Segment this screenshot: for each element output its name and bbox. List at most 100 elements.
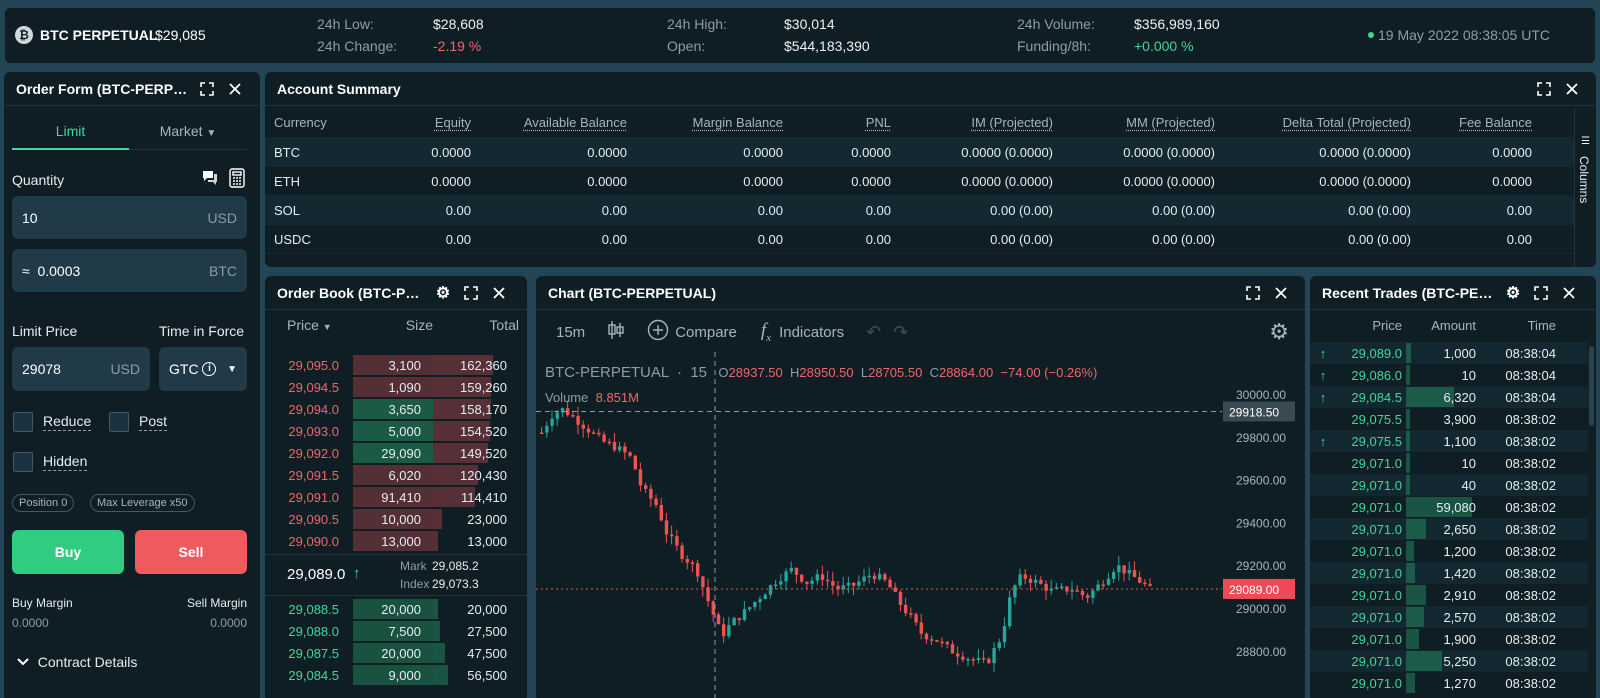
maximize-icon[interactable] xyxy=(195,79,219,99)
tab-limit[interactable]: Limit xyxy=(12,114,129,150)
bid-row[interactable]: 29,084.5 9,000 56,500 xyxy=(265,664,527,686)
trade-row[interactable]: ↑ 29,089.0 1,000 08:38:04 xyxy=(1310,342,1588,364)
ask-row[interactable]: 29,091.5 6,020 120,430 xyxy=(265,464,527,486)
close-icon[interactable] xyxy=(1269,283,1293,303)
candle-body xyxy=(1013,585,1017,598)
maximize-icon[interactable] xyxy=(459,283,483,303)
close-icon[interactable] xyxy=(487,283,511,303)
candle-body xyxy=(1034,579,1038,583)
trade-row[interactable]: 29,071.0 40 08:38:02 xyxy=(1310,474,1588,496)
trade-row[interactable]: 29,071.0 2,650 08:38:02 xyxy=(1310,518,1588,540)
ask-row[interactable]: 29,095.0 3,100 162,360 xyxy=(265,354,527,376)
candle-body xyxy=(550,418,554,426)
tab-market[interactable]: Market ▼ xyxy=(129,114,247,150)
trade-row[interactable]: 29,071.0 10 08:38:02 xyxy=(1310,452,1588,474)
trade-time: 08:38:04 xyxy=(1505,367,1556,383)
bid-row[interactable]: 29,088.0 7,500 27,500 xyxy=(265,620,527,642)
columns-sidebar[interactable]: ☰ Columns xyxy=(1574,108,1596,267)
limit-price-input[interactable]: 29078 USD xyxy=(12,347,150,391)
trades-scrollbar[interactable] xyxy=(1589,346,1594,426)
ask-row[interactable]: 29,094.0 3,650 158,170 xyxy=(265,398,527,420)
instrument-name[interactable]: BTC PERPETUAL xyxy=(40,27,157,43)
ask-row[interactable]: 29,092.0 29,090 149,520 xyxy=(265,442,527,464)
account-col-header[interactable]: Delta Total (Projected) xyxy=(1224,115,1420,130)
total: 23,000 xyxy=(467,511,507,527)
sell-button[interactable]: Sell xyxy=(135,530,247,574)
trade-time: 08:38:02 xyxy=(1505,543,1556,559)
trade-row[interactable]: 29,071.0 59,080 08:38:02 xyxy=(1310,496,1588,518)
trades-list: ↑ 29,089.0 1,000 08:38:04 ↑ 29,086.0 10 08:38:0… xyxy=(1310,342,1588,694)
account-col-header[interactable]: Margin Balance xyxy=(636,115,792,130)
trade-time: 08:38:02 xyxy=(1505,411,1556,427)
o-value: 28937.50 xyxy=(728,365,783,380)
approx-quantity-input[interactable]: ≈ 0.0003 BTC xyxy=(12,249,247,292)
close-icon[interactable] xyxy=(1560,79,1584,99)
maximize-icon[interactable] xyxy=(1529,283,1553,303)
limit-price-value: 29078 xyxy=(22,361,61,377)
hidden-label: Hidden xyxy=(43,453,88,471)
trade-row[interactable]: 29,071.0 2,910 08:38:02 xyxy=(1310,584,1588,606)
trade-row[interactable]: 29,071.0 1,200 08:38:02 xyxy=(1310,540,1588,562)
candle-style-icon[interactable] xyxy=(607,320,625,344)
undo-icon[interactable]: ↶ xyxy=(866,322,881,343)
settings-icon[interactable]: ⚙ xyxy=(1501,283,1525,303)
bid-row[interactable]: 29,087.5 20,000 47,500 xyxy=(265,642,527,664)
ask-row[interactable]: 29,094.5 1,090 159,260 xyxy=(265,376,527,398)
account-cell: 0.00 (0.00) xyxy=(1348,202,1411,218)
account-cell: 0.00 xyxy=(1506,231,1532,247)
account-col-header[interactable]: Currency xyxy=(265,115,355,130)
chat-icon[interactable] xyxy=(201,169,219,192)
trade-row[interactable]: ↑ 29,084.5 6,320 08:38:04 xyxy=(1310,386,1588,408)
candle-body xyxy=(1117,565,1121,573)
trade-row[interactable]: 29,071.0 5,250 08:38:02 xyxy=(1310,650,1588,672)
ask-row[interactable]: 29,090.5 10,000 23,000 xyxy=(265,508,527,530)
close-icon[interactable] xyxy=(1557,283,1581,303)
col-price[interactable]: Price ▼ xyxy=(265,317,353,333)
trade-row[interactable]: 29,071.0 1,900 08:38:02 xyxy=(1310,628,1588,650)
trade-row[interactable]: 29,071.0 1,420 08:38:02 xyxy=(1310,562,1588,584)
account-col-header[interactable]: Equity xyxy=(355,115,480,130)
interval-button[interactable]: 15m xyxy=(556,324,585,341)
candle-body xyxy=(612,441,617,451)
trade-price: 29,071.0 xyxy=(1351,675,1402,691)
bid-row[interactable]: 29,088.5 20,000 20,000 xyxy=(265,598,527,620)
post-checkbox[interactable] xyxy=(109,412,129,432)
volume-label: 24h Volume: xyxy=(1017,16,1095,32)
ask-row[interactable]: 29,091.0 91,410 114,410 xyxy=(265,486,527,508)
trade-row[interactable]: 29,075.5 3,900 08:38:02 xyxy=(1310,408,1588,430)
account-col-header[interactable]: Available Balance xyxy=(480,115,636,130)
trade-time: 08:38:02 xyxy=(1505,653,1556,669)
compare-button[interactable]: Compare xyxy=(675,324,737,341)
reduce-checkbox[interactable] xyxy=(13,412,33,432)
account-col-header[interactable]: PNL xyxy=(792,115,900,130)
account-col-header[interactable]: Fee Balance xyxy=(1420,115,1541,130)
settings-icon[interactable]: ⚙ xyxy=(431,283,455,303)
candle-body xyxy=(1075,590,1079,592)
maximize-icon[interactable] xyxy=(1241,283,1265,303)
hidden-checkbox[interactable] xyxy=(13,452,33,472)
trade-row[interactable]: 29,071.0 1,270 08:38:02 xyxy=(1310,672,1588,694)
trade-row[interactable]: ↑ 29,086.0 10 08:38:04 xyxy=(1310,364,1588,386)
trade-row[interactable]: ↑ 29,075.5 1,100 08:38:02 xyxy=(1310,430,1588,452)
quantity-input[interactable]: 10 USD xyxy=(12,196,247,239)
order-book-column-headers: Price ▼ Size Total xyxy=(265,312,527,338)
account-col-header[interactable]: IM (Projected) xyxy=(900,115,1062,130)
time-in-force-select[interactable]: GTC i ▼ xyxy=(159,347,247,391)
contract-details-toggle[interactable]: Contract Details xyxy=(16,654,137,670)
buy-button[interactable]: Buy xyxy=(12,530,124,574)
chart-settings-icon[interactable]: ⚙ xyxy=(1269,319,1289,345)
account-row: BTC 0.0000 0.0000 0.0000 0.0000 0.0000 (0.000… xyxy=(265,138,1574,167)
calculator-icon[interactable] xyxy=(229,168,245,193)
account-cell: 0.0000 (0.0000) xyxy=(1123,144,1215,160)
col-price-label: Price xyxy=(287,317,319,333)
candlestick-chart[interactable]: 30000.00 29800.00 29600.00 29400.00 29200.00… xyxy=(536,352,1305,698)
account-col-header[interactable]: MM (Projected) xyxy=(1062,115,1224,130)
ask-row[interactable]: 29,093.0 5,000 154,520 xyxy=(265,420,527,442)
indicators-button[interactable]: Indicators xyxy=(779,324,844,341)
ask-row[interactable]: 29,090.0 13,000 13,000 xyxy=(265,530,527,552)
trade-row[interactable]: 29,071.0 2,570 08:38:02 xyxy=(1310,606,1588,628)
redo-icon[interactable]: ↷ xyxy=(893,322,908,343)
candle-body xyxy=(597,432,601,435)
maximize-icon[interactable] xyxy=(1532,79,1556,99)
close-icon[interactable] xyxy=(223,79,247,99)
